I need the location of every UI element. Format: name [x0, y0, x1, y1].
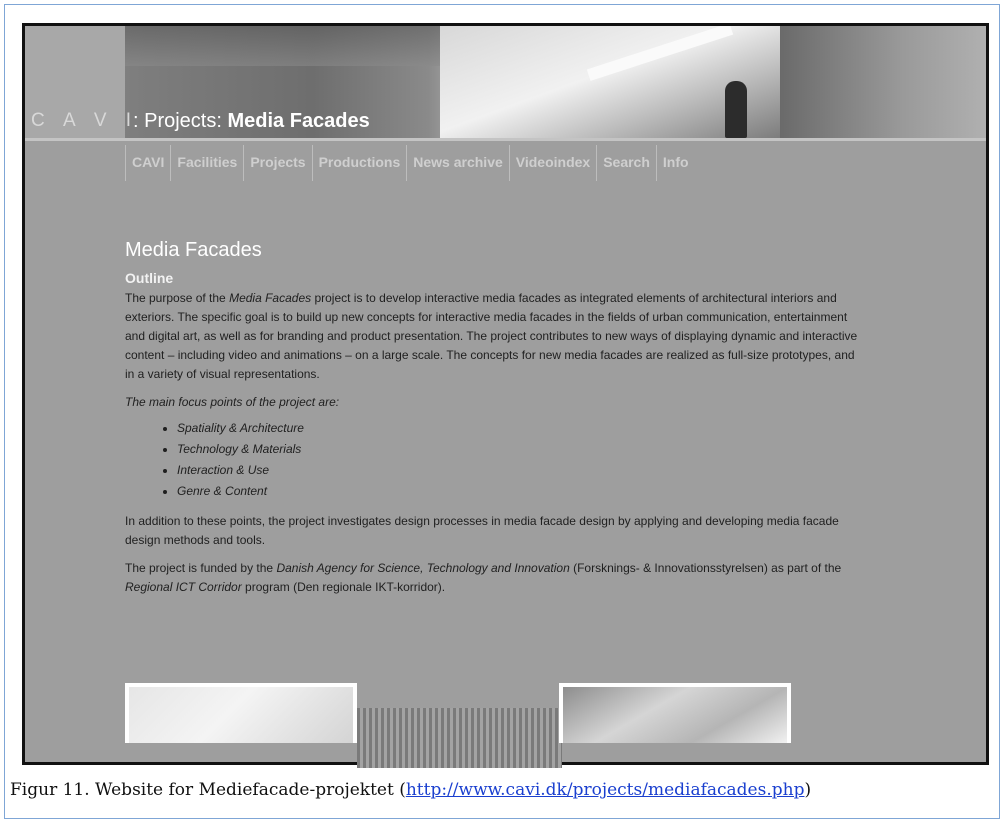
nav-item-cavi[interactable]: CAVI [125, 145, 170, 181]
list-item: Technology & Materials [177, 439, 865, 460]
person-silhouette [725, 81, 747, 138]
website-screenshot: C A V I : Projects: Media Facades CAVI F… [22, 23, 989, 765]
purpose-paragraph: The purpose of the Media Facades project… [125, 291, 858, 381]
nav-item-projects[interactable]: Projects [243, 145, 311, 181]
focus-points-list: Spatiality & Architecture Technology & M… [125, 418, 865, 502]
nav-item-videoindex[interactable]: Videoindex [508, 145, 596, 181]
header-banner: C A V I : Projects: Media Facades [25, 26, 986, 141]
nav-item-search[interactable]: Search [596, 145, 656, 181]
funding-paragraph: The project is funded by the Danish Agen… [125, 561, 842, 594]
list-item: Genre & Content [177, 481, 865, 502]
nav-item-info[interactable]: Info [655, 145, 695, 181]
cavi-logo: C A V I [31, 110, 139, 131]
nav-item-productions[interactable]: Productions [311, 145, 407, 181]
focus-intro: The main focus points of the project are… [125, 395, 340, 409]
figure-caption: Figur 11. Website for Mediefacade-projek… [10, 780, 812, 800]
breadcrumb-current: Media Facades [227, 110, 370, 132]
list-item: Spatiality & Architecture [177, 418, 865, 439]
breadcrumb: : Projects: Media Facades [133, 110, 370, 133]
page-title: Media Facades [125, 239, 262, 261]
nav-item-news-archive[interactable]: News archive [406, 145, 509, 181]
list-item: Interaction & Use [177, 460, 865, 481]
design-process-paragraph: In addition to these points, the project… [125, 514, 839, 547]
breadcrumb-prefix: : Projects: [133, 110, 228, 132]
nav-item-facilities[interactable]: Facilities [170, 145, 243, 181]
project-image-2[interactable] [357, 708, 562, 768]
project-image-3[interactable] [559, 683, 791, 743]
outline-heading: Outline [125, 270, 174, 286]
main-content: Media Facades Outline The purpose of the… [125, 239, 865, 606]
main-nav: CAVI Facilities Projects Productions New… [125, 145, 695, 181]
caption-link[interactable]: http://www.cavi.dk/projects/mediafacades… [406, 780, 805, 800]
project-image-1[interactable] [125, 683, 357, 743]
